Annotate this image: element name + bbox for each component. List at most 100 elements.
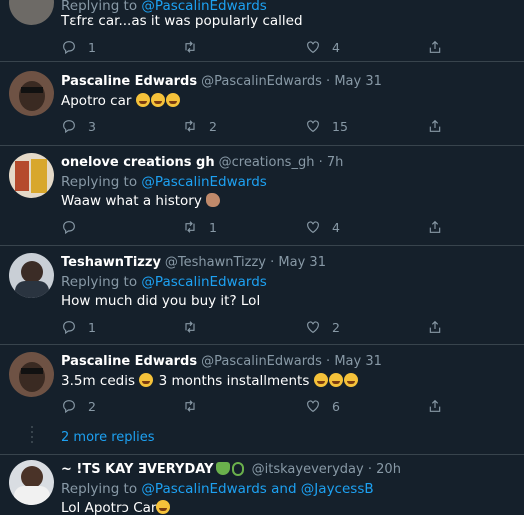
reply-icon [63, 120, 75, 134]
display-name[interactable]: TeshawnTizzy [61, 255, 161, 270]
tweet[interactable]: Pascaline Edwards @PascalinEdwards · May … [0, 61, 524, 146]
replying-to: Replying to @PascalinEdwards [61, 174, 267, 190]
tweet-text: Waaw what a history [61, 193, 221, 209]
handle[interactable]: @PascalinEdwards [201, 74, 322, 89]
reply-icon [63, 221, 75, 235]
avatar[interactable] [9, 460, 54, 505]
reply-button[interactable]: 3 [61, 116, 96, 136]
like-count: 4 [332, 39, 340, 55]
rofl-emoji [135, 93, 150, 107]
avatar[interactable] [9, 71, 54, 116]
rofl-emoji [150, 93, 165, 107]
like-button[interactable]: 4 [305, 37, 340, 57]
more-replies-link[interactable]: 2 more replies [61, 430, 155, 445]
retweet-button[interactable] [182, 317, 209, 337]
tweet-header: TeshawnTizzy @TeshawnTizzy · May 31 [61, 255, 326, 270]
display-name[interactable]: Pascaline Edwards [61, 354, 197, 369]
thread-connector [31, 426, 33, 446]
replying-to: Replying to @PascalinEdwards [61, 274, 267, 290]
like-button[interactable]: 6 [305, 396, 340, 416]
tweet-text: Lol Apotrɔ Car [61, 500, 171, 515]
heart-icon [307, 321, 319, 334]
share-icon [429, 399, 441, 412]
rofl-emoji [165, 93, 180, 107]
retweet-button[interactable]: 2 [182, 116, 217, 136]
tweet-actions: 1 2 [61, 317, 461, 337]
timestamp[interactable]: May 31 [278, 255, 326, 270]
reply-icon [63, 400, 75, 414]
tweet-header: ~ !TS KAY ƎVERYDAY @itskayeveryday · 20h [61, 462, 401, 477]
handle[interactable]: @itskayeveryday [252, 462, 364, 477]
tweet-actions: 2 6 [61, 396, 461, 416]
rofl-emoji [328, 373, 343, 387]
share-button[interactable] [427, 37, 443, 57]
like-button[interactable]: 2 [305, 317, 340, 337]
share-button[interactable] [427, 217, 443, 237]
display-name[interactable]: Pascaline Edwards [61, 74, 197, 89]
heart-icon [307, 41, 319, 54]
reply-count: 1 [88, 39, 96, 55]
retweet-button[interactable] [182, 37, 209, 57]
reply-button[interactable]: 2 [61, 396, 96, 416]
tweet[interactable]: onelove creations gh @creations_gh · 7h R… [0, 145, 524, 246]
share-button[interactable] [427, 317, 443, 337]
retweet-count: 1 [209, 219, 217, 235]
handle[interactable]: @TeshawnTizzy [165, 255, 266, 270]
reply-button[interactable]: 1 [61, 37, 96, 57]
share-button[interactable] [427, 116, 443, 136]
handle[interactable]: @creations_gh [219, 155, 315, 170]
green-heart-emoji [215, 462, 230, 475]
rofl-emoji [343, 373, 358, 387]
timestamp[interactable]: 7h [327, 155, 344, 170]
tweet[interactable]: TeshawnTizzy @TeshawnTizzy · May 31 Reply… [0, 245, 524, 345]
replying-to: Replying to @PascalinEdwards and @Jayces… [61, 481, 374, 497]
like-count: 15 [332, 118, 348, 134]
retweet-count: 2 [209, 118, 217, 134]
tweet-text: How much did you buy it? Lol [61, 293, 261, 309]
tweet[interactable]: ~ !TS KAY ƎVERYDAY @itskayeveryday · 20h… [0, 454, 524, 515]
tweet-header: onelove creations gh @creations_gh · 7h [61, 155, 344, 170]
retweet-button[interactable] [182, 396, 209, 416]
timestamp[interactable]: May 31 [334, 74, 382, 89]
share-icon [429, 40, 441, 53]
like-button[interactable]: 15 [305, 116, 348, 136]
timestamp[interactable]: May 31 [334, 354, 382, 369]
reply-button[interactable]: 1 [61, 317, 96, 337]
retweet-icon [185, 221, 195, 233]
reply-count: 1 [88, 319, 96, 335]
heart-icon [307, 221, 319, 234]
timestamp[interactable]: 20h [376, 462, 401, 477]
reply-icon [63, 321, 75, 335]
tweet-text: Tɛfrɛ car...as it was popularly called [61, 13, 303, 29]
avatar[interactable] [9, 0, 54, 25]
thumbs-up-emoji [206, 193, 221, 207]
like-count: 6 [332, 398, 340, 414]
retweet-icon [185, 400, 195, 412]
mention-link[interactable]: @PascalinEdwards [141, 174, 266, 190]
mention-link[interactable]: @PascalinEdwards and @JaycessB [141, 481, 373, 497]
like-button[interactable]: 4 [305, 217, 340, 237]
tweet[interactable]: Replying to @PascalinEdwards Tɛfrɛ car..… [0, 0, 524, 62]
share-button[interactable] [427, 396, 443, 416]
display-name[interactable]: onelove creations gh [61, 155, 215, 170]
reply-thread: Replying to @PascalinEdwards Tɛfrɛ car..… [0, 0, 524, 515]
reply-count: 3 [88, 118, 96, 134]
avatar[interactable] [9, 153, 54, 198]
avatar[interactable] [9, 352, 54, 397]
retweet-button[interactable]: 1 [182, 217, 217, 237]
tweet-actions: 3 2 15 [61, 116, 461, 136]
tweet-actions: 1 4 [61, 37, 461, 57]
tweet-header: Pascaline Edwards @PascalinEdwards · May … [61, 354, 382, 369]
display-name[interactable]: ~ !TS KAY ƎVERYDAY [61, 462, 244, 477]
handle[interactable]: @PascalinEdwards [201, 354, 322, 369]
share-icon [429, 220, 441, 233]
avatar[interactable] [9, 253, 54, 298]
retweet-icon [185, 41, 195, 53]
mention-link[interactable]: @PascalinEdwards [141, 274, 266, 290]
tweet-text: 3.5m cedis 3 months installments [61, 373, 359, 389]
heart-icon [307, 120, 319, 133]
reply-count: 2 [88, 398, 96, 414]
mention-link[interactable]: @PascalinEdwards [141, 0, 266, 14]
tweet-text: Apotro car [61, 93, 181, 109]
reply-button[interactable] [61, 217, 88, 237]
